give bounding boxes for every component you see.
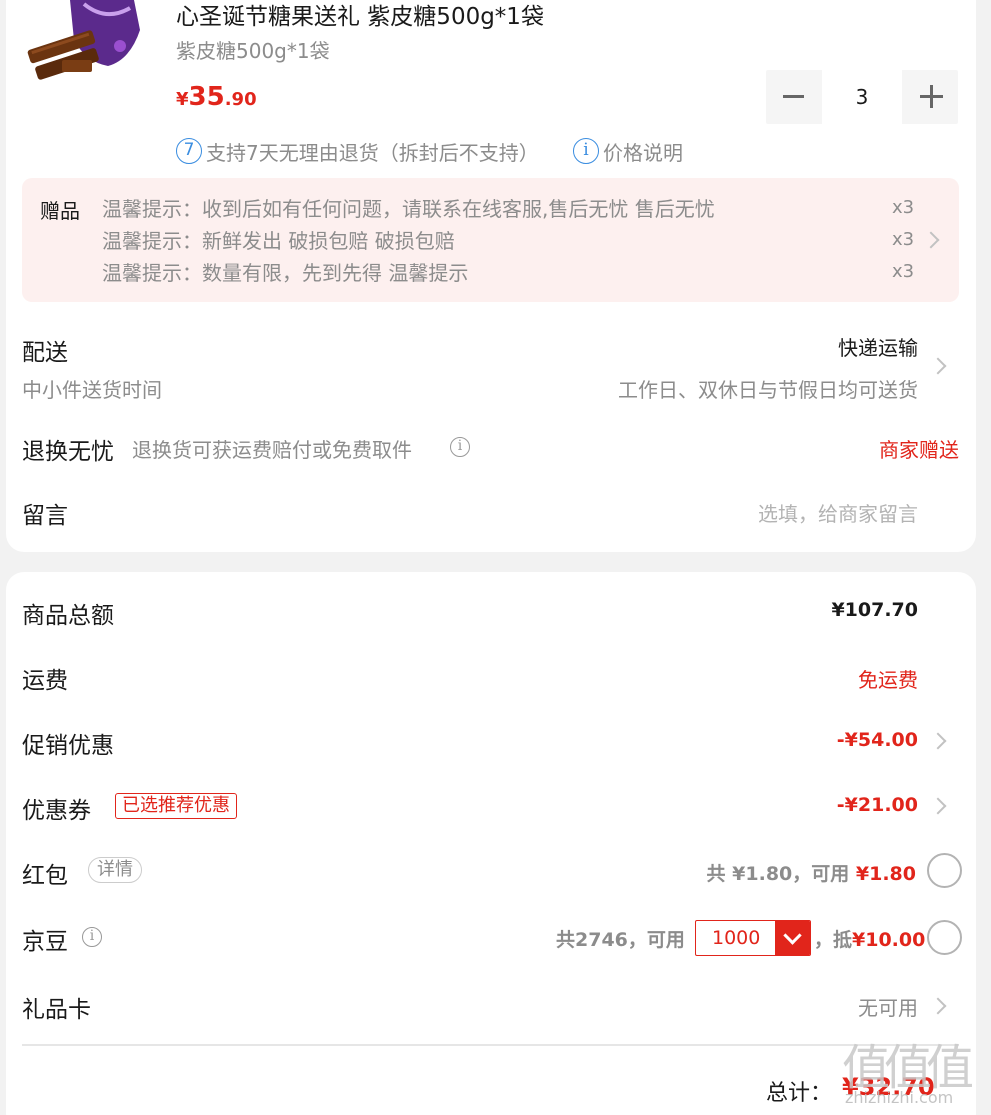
redpacket-label: 红包	[22, 863, 68, 889]
redpacket-available: ¥1.80	[855, 863, 916, 885]
delivery-sub-label: 中小件送货时间	[22, 378, 162, 402]
info-icon[interactable]: i	[82, 927, 102, 947]
redpacket-amounts: 共 ¥1.80，可用 ¥1.80	[707, 859, 916, 886]
delivery-label: 配送	[22, 340, 68, 366]
gift-section[interactable]: 赠品 温馨提示：收到后如有任何问题，请联系在线客服,售后无忧 售后无忧 x3 温…	[22, 178, 959, 302]
promo-label: 促销优惠	[22, 733, 114, 759]
gift-card-label: 礼品卡	[22, 997, 91, 1023]
jd-beans-sep: ，抵	[814, 929, 853, 951]
jd-beans-total: 共2746，可用	[556, 929, 685, 951]
price-decimal: .90	[224, 89, 257, 110]
gift-card-value: 无可用	[858, 996, 918, 1020]
total-label: 总计：	[766, 1081, 833, 1106]
gift-item-text: 温馨提示：数量有限，先到先得 温馨提示	[102, 261, 469, 285]
price-note-link[interactable]: i 价格说明	[573, 138, 683, 165]
chevron-down-icon	[775, 921, 810, 955]
quantity-stepper: 3	[766, 70, 958, 124]
jd-beans-label: 京豆	[22, 929, 68, 955]
promo-value: -¥54.00	[836, 729, 918, 751]
delivery-time: 工作日、双休日与节假日均可送货	[618, 378, 918, 402]
delivery-row[interactable]: 配送 快递运输 中小件送货时间 工作日、双休日与节假日均可送货	[22, 330, 959, 406]
watermark-url: zhizhizhi.com	[845, 1088, 954, 1107]
product-title[interactable]: 心圣诞节糖果送礼 紫皮糖500g*1袋	[176, 0, 544, 31]
goods-total-value: ¥107.70	[831, 599, 918, 621]
message-input[interactable]: 选填，给商家留言	[758, 498, 918, 527]
jd-beans-row: 京豆 i 共2746，可用 1000 ，抵¥10.00	[22, 918, 963, 958]
return-worry-row[interactable]: 退换无忧 退换货可获运费赔付或免费取件 i 商家赠送	[22, 430, 959, 466]
gift-item-text: 温馨提示：收到后如有任何问题，请联系在线客服,售后无忧 售后无忧	[102, 197, 715, 221]
redpacket-detail-button[interactable]: 详情	[88, 857, 142, 883]
gift-card-row[interactable]: 礼品卡 无可用	[22, 990, 959, 1023]
minus-icon	[783, 95, 804, 98]
divider	[22, 1044, 959, 1046]
price-integer: 35	[188, 82, 225, 112]
coupon-label: 优惠券	[22, 798, 91, 824]
product-price: ¥35.90	[176, 82, 257, 112]
chevron-right-icon	[929, 997, 947, 1015]
coupon-tag: 已选推荐优惠	[115, 793, 237, 819]
message-row[interactable]: 留言 选填，给商家留言	[22, 494, 959, 530]
return-policy[interactable]: 7 支持7天无理由退货（拆封后不支持）	[176, 138, 539, 165]
price-summary-card	[6, 572, 976, 1115]
increase-button[interactable]	[904, 70, 958, 124]
delivery-method: 快递运输	[838, 336, 918, 360]
jd-beans-deduct: ，抵¥10.00	[814, 925, 925, 952]
chevron-right-icon	[929, 797, 947, 815]
price-currency: ¥	[176, 89, 189, 110]
goods-total-label: 商品总额	[22, 603, 114, 629]
gift-item-qty: x3	[892, 197, 915, 218]
redpacket-total: 共 ¥1.80，可用	[706, 863, 856, 885]
return-worry-label: 退换无忧	[22, 439, 114, 465]
promo-row[interactable]: 促销优惠 -¥54.00	[22, 726, 959, 759]
coupon-value: -¥21.00	[836, 794, 918, 816]
redpacket-row: 红包 详情 共 ¥1.80，可用 ¥1.80	[22, 852, 963, 892]
info-icon: i	[573, 138, 599, 164]
redpacket-radio[interactable]	[927, 853, 962, 888]
chevron-right-icon	[922, 231, 940, 249]
product-spec: 紫皮糖500g*1袋	[176, 39, 330, 63]
return-policy-text: 支持7天无理由退货（拆封后不支持）	[206, 140, 539, 165]
product-image[interactable]	[22, 0, 154, 88]
info-icon[interactable]: i	[450, 437, 470, 457]
return-worry-value: 商家赠送	[879, 438, 959, 462]
price-note-text: 价格说明	[603, 140, 683, 165]
jd-beans-radio[interactable]	[927, 920, 962, 955]
jd-beans-select-value: 1000	[712, 927, 761, 949]
decrease-button[interactable]	[766, 70, 820, 124]
chevron-right-icon	[929, 357, 947, 375]
gift-label: 赠品	[40, 199, 80, 223]
gift-item-qty: x3	[892, 229, 915, 250]
return-worry-desc: 退换货可获运费赔付或免费取件	[132, 438, 412, 462]
seven-day-icon: 7	[176, 138, 202, 164]
coupon-row[interactable]: 优惠券 已选推荐优惠 -¥21.00	[22, 790, 959, 824]
jd-beans-select[interactable]: 1000	[695, 920, 811, 956]
chevron-right-icon	[929, 732, 947, 750]
shipping-value: 免运费	[858, 668, 918, 692]
shipping-label: 运费	[22, 668, 68, 694]
gift-item-qty: x3	[892, 261, 915, 282]
message-label: 留言	[22, 503, 68, 529]
jd-beans-deduct-value: ¥10.00	[852, 929, 926, 951]
gift-item-text: 温馨提示：新鲜发出 破损包赔 破损包赔	[102, 229, 455, 253]
quantity-input[interactable]: 3	[822, 70, 902, 124]
